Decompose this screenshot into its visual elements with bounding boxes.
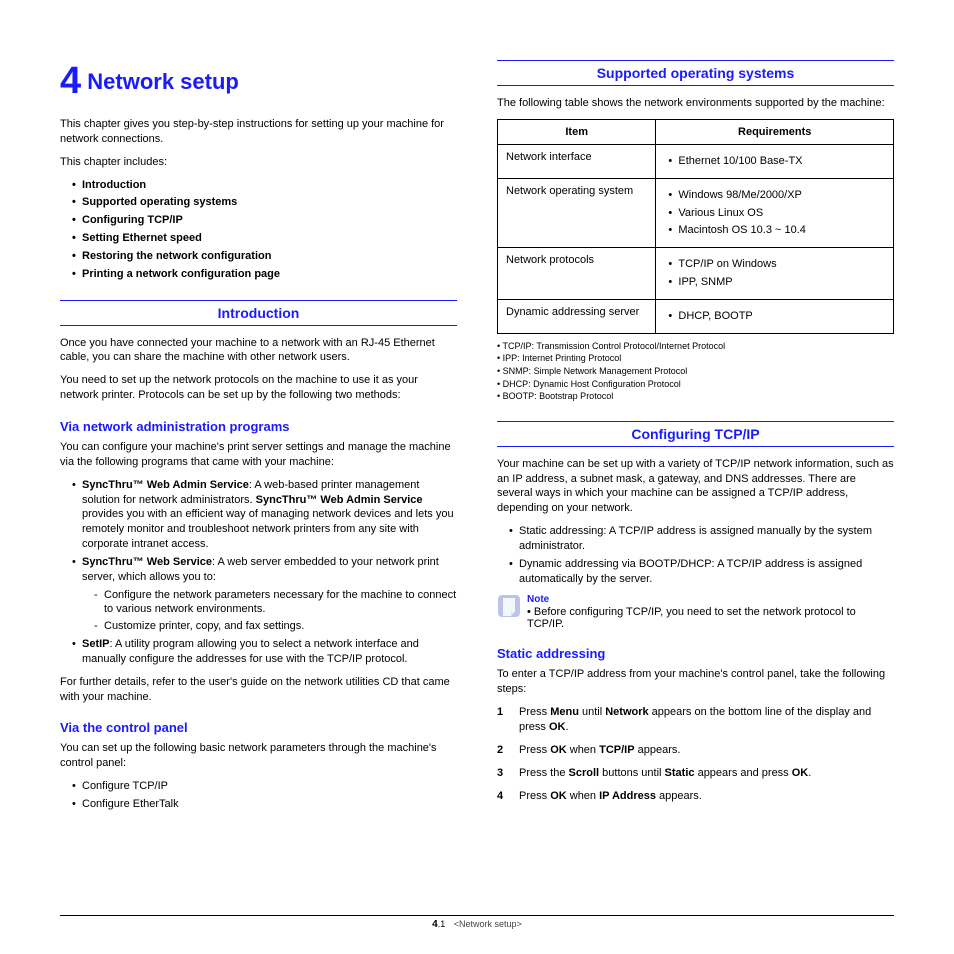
table-cell: Ethernet 10/100 Base-TX bbox=[656, 144, 894, 178]
requirements-table: Item Requirements Network interface Ethe… bbox=[497, 119, 894, 334]
step-item: Press the Scroll buttons until Static ap… bbox=[497, 766, 894, 781]
text: provides you with an efficient way of ma… bbox=[82, 508, 454, 550]
table-header: Requirements bbox=[656, 119, 894, 144]
toc-item: Introduction bbox=[72, 178, 457, 193]
list-item: Dynamic addressing via BOOTP/DHCP: A TCP… bbox=[509, 557, 894, 587]
body-text: You can set up the following basic netwo… bbox=[60, 741, 457, 771]
table-cell: Dynamic addressing server bbox=[498, 299, 656, 333]
list-item: Configure TCP/IP bbox=[72, 779, 457, 794]
req-item: TCP/IP on Windows bbox=[668, 257, 885, 272]
program-name: SyncThru™ Web Admin Service bbox=[256, 494, 423, 506]
note-body: Before configuring TCP/IP, you need to s… bbox=[527, 606, 856, 630]
table-footnotes: • TCP/IP: Transmission Control Protocol/… bbox=[497, 340, 894, 403]
note-text: Note • Before configuring TCP/IP, you ne… bbox=[527, 594, 894, 630]
table-cell: DHCP, BOOTP bbox=[656, 299, 894, 333]
req-item: Macintosh OS 10.3 ~ 10.4 bbox=[668, 223, 885, 238]
sub-heading: Via the control panel bbox=[60, 720, 457, 735]
table-row: Network protocols TCP/IP on Windows IPP,… bbox=[498, 248, 894, 300]
note-icon bbox=[497, 594, 521, 618]
two-column-layout: 4 Network setup This chapter gives you s… bbox=[60, 60, 894, 820]
list-item: Configure EtherTalk bbox=[72, 797, 457, 812]
footnote: IPP: Internet Printing Protocol bbox=[503, 353, 622, 363]
addressing-list: Static addressing: A TCP/IP address is a… bbox=[497, 524, 894, 586]
table-cell: Network protocols bbox=[498, 248, 656, 300]
table-row: Dynamic addressing server DHCP, BOOTP bbox=[498, 299, 894, 333]
sub-item: Configure the network parameters necessa… bbox=[94, 588, 457, 618]
req-item: Ethernet 10/100 Base-TX bbox=[668, 154, 885, 169]
page-footer-title: <Network setup> bbox=[454, 919, 522, 929]
right-column: Supported operating systems The followin… bbox=[497, 60, 894, 820]
chapter-number: 4 bbox=[60, 60, 81, 102]
list-item: Static addressing: A TCP/IP address is a… bbox=[509, 524, 894, 554]
body-text: For further details, refer to the user's… bbox=[60, 675, 457, 705]
table-cell: Network operating system bbox=[498, 178, 656, 248]
table-row: Network operating system Windows 98/Me/2… bbox=[498, 178, 894, 248]
steps-list: Press Menu until Network appears on the … bbox=[497, 705, 894, 803]
step-item: Press OK when TCP/IP appears. bbox=[497, 743, 894, 758]
body-text: Once you have connected your machine to … bbox=[60, 336, 457, 366]
text: : A utility program allowing you to sele… bbox=[82, 638, 419, 665]
list-item: SetIP: A utility program allowing you to… bbox=[72, 637, 457, 667]
sub-heading: Static addressing bbox=[497, 646, 894, 661]
sub-list: Configure the network parameters necessa… bbox=[82, 588, 457, 635]
page-sub: .1 bbox=[438, 919, 446, 929]
section-heading-supported: Supported operating systems bbox=[497, 60, 894, 86]
req-item: Various Linux OS bbox=[668, 206, 885, 221]
toc-item: Setting Ethernet speed bbox=[72, 231, 457, 246]
table-row: Network interface Ethernet 10/100 Base-T… bbox=[498, 144, 894, 178]
footnote: SNMP: Simple Network Management Protocol bbox=[503, 366, 688, 376]
table-header: Item bbox=[498, 119, 656, 144]
req-item: IPP, SNMP bbox=[668, 275, 885, 290]
footnote: TCP/IP: Transmission Control Protocol/In… bbox=[503, 341, 726, 351]
body-text: To enter a TCP/IP address from your mach… bbox=[497, 667, 894, 697]
footnote: DHCP: Dynamic Host Configuration Protoco… bbox=[503, 379, 681, 389]
program-name: SyncThru™ Web Service bbox=[82, 556, 212, 568]
table-header-row: Item Requirements bbox=[498, 119, 894, 144]
step-item: Press Menu until Network appears on the … bbox=[497, 705, 894, 735]
footnote: BOOTP: Bootstrap Protocol bbox=[503, 391, 614, 401]
section-heading-introduction: Introduction bbox=[60, 300, 457, 326]
chapter-toc: Introduction Supported operating systems… bbox=[60, 178, 457, 282]
sub-heading: Via network administration programs bbox=[60, 419, 457, 434]
sub-item: Customize printer, copy, and fax setting… bbox=[94, 619, 457, 634]
admin-programs-list: SyncThru™ Web Admin Service: A web-based… bbox=[60, 478, 457, 667]
section-heading-configuring: Configuring TCP/IP bbox=[497, 421, 894, 447]
table-cell: Windows 98/Me/2000/XP Various Linux OS M… bbox=[656, 178, 894, 248]
program-name: SyncThru™ Web Admin Service bbox=[82, 479, 249, 491]
note-label: Note bbox=[527, 594, 894, 605]
body-text: You can configure your machine's print s… bbox=[60, 440, 457, 470]
document-page: 4 Network setup This chapter gives you s… bbox=[0, 0, 954, 954]
toc-item: Printing a network configuration page bbox=[72, 267, 457, 282]
intro-paragraph: This chapter includes: bbox=[60, 155, 457, 170]
note-callout: Note • Before configuring TCP/IP, you ne… bbox=[497, 594, 894, 630]
chapter-title: 4 Network setup bbox=[60, 60, 457, 103]
toc-item: Configuring TCP/IP bbox=[72, 213, 457, 228]
toc-item: Supported operating systems bbox=[72, 195, 457, 210]
req-item: DHCP, BOOTP bbox=[668, 309, 885, 324]
program-name: SetIP bbox=[82, 638, 110, 650]
toc-item: Restoring the network configuration bbox=[72, 249, 457, 264]
panel-list: Configure TCP/IP Configure EtherTalk bbox=[60, 779, 457, 812]
page-footer: 4.1 <Network setup> bbox=[60, 915, 894, 930]
intro-paragraph: This chapter gives you step-by-step inst… bbox=[60, 117, 457, 147]
chapter-name: Network setup bbox=[87, 69, 239, 94]
body-text: You need to set up the network protocols… bbox=[60, 373, 457, 403]
req-item: Windows 98/Me/2000/XP bbox=[668, 188, 885, 203]
body-text: Your machine can be set up with a variet… bbox=[497, 457, 894, 516]
table-cell: TCP/IP on Windows IPP, SNMP bbox=[656, 248, 894, 300]
table-cell: Network interface bbox=[498, 144, 656, 178]
list-item: SyncThru™ Web Admin Service: A web-based… bbox=[72, 478, 457, 552]
body-text: The following table shows the network en… bbox=[497, 96, 894, 111]
list-item: SyncThru™ Web Service: A web server embe… bbox=[72, 555, 457, 634]
left-column: 4 Network setup This chapter gives you s… bbox=[60, 60, 457, 820]
step-item: Press OK when IP Address appears. bbox=[497, 789, 894, 804]
